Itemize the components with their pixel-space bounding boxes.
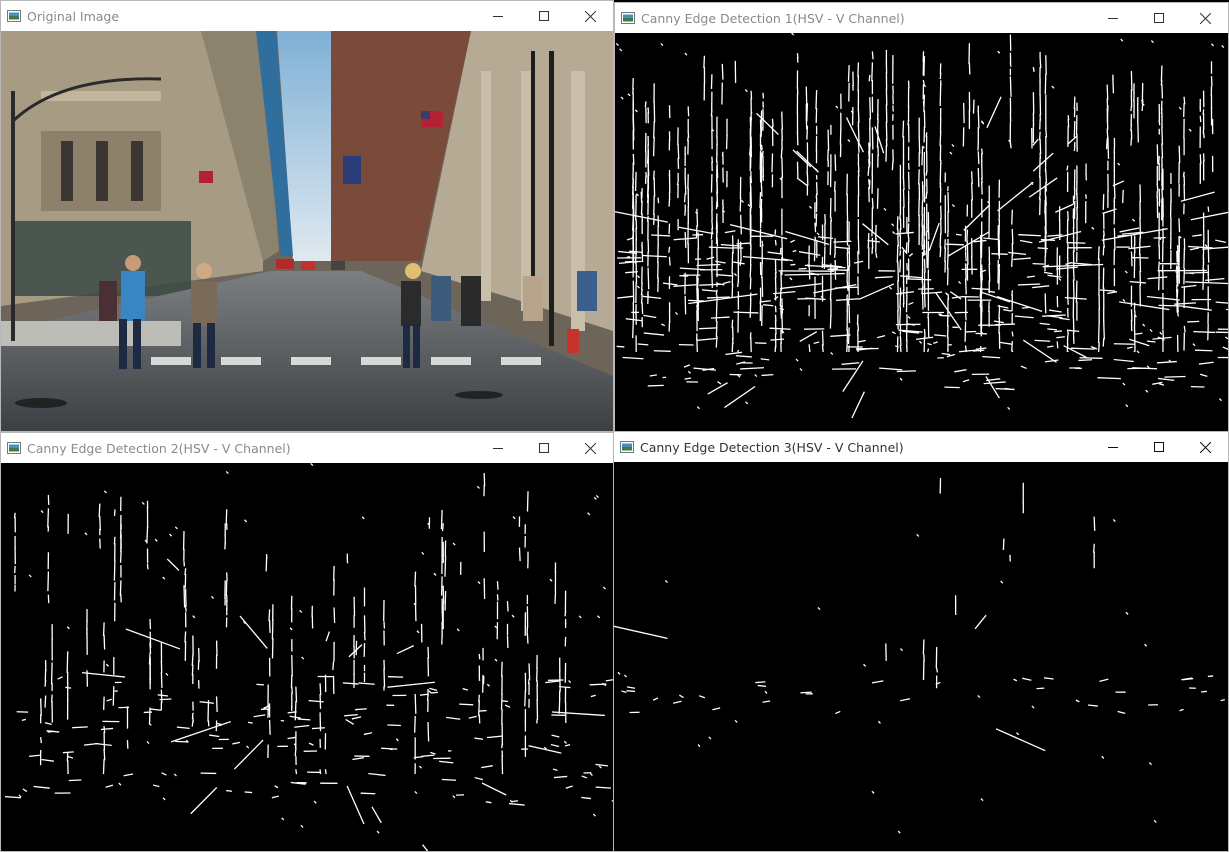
- title-bar[interactable]: Canny Edge Detection 3(HSV - V Channel): [614, 432, 1228, 462]
- original-image-canvas: [1, 31, 613, 431]
- minimize-icon: [493, 448, 503, 449]
- maximize-icon: [1154, 13, 1164, 23]
- window-title: Original Image: [27, 8, 120, 24]
- window-app-icon: [621, 12, 635, 24]
- window-canny-2[interactable]: Canny Edge Detection 2(HSV - V Channel): [0, 432, 614, 852]
- close-button[interactable]: [567, 433, 613, 463]
- maximize-button[interactable]: [521, 433, 567, 463]
- close-button[interactable]: [1182, 432, 1228, 462]
- close-icon: [1199, 441, 1211, 453]
- edge-map-dense: [615, 33, 1228, 419]
- edge-map-sparse: [614, 478, 1225, 834]
- close-button[interactable]: [567, 1, 613, 31]
- maximize-icon: [539, 443, 549, 453]
- title-bar[interactable]: Original Image: [1, 1, 613, 31]
- minimize-button[interactable]: [475, 1, 521, 31]
- minimize-icon: [1108, 447, 1118, 448]
- minimize-icon: [1108, 18, 1118, 19]
- edge-map-medium: [4, 463, 613, 851]
- minimize-button[interactable]: [1090, 432, 1136, 462]
- maximize-button[interactable]: [1136, 3, 1182, 33]
- window-original-image[interactable]: Original Image: [0, 0, 614, 432]
- close-icon: [584, 442, 596, 454]
- maximize-button[interactable]: [1136, 432, 1182, 462]
- canny-1-canvas: [615, 33, 1228, 431]
- window-title: Canny Edge Detection 1(HSV - V Channel): [641, 10, 905, 26]
- minimize-button[interactable]: [475, 433, 521, 463]
- window-app-icon: [620, 441, 634, 453]
- canny-3-canvas: [614, 462, 1228, 851]
- close-icon: [584, 10, 596, 22]
- window-app-icon: [7, 10, 21, 22]
- window-title: Canny Edge Detection 3(HSV - V Channel): [640, 439, 904, 455]
- window-title: Canny Edge Detection 2(HSV - V Channel): [27, 440, 291, 456]
- minimize-icon: [493, 16, 503, 17]
- street-photo: [1, 31, 613, 431]
- maximize-button[interactable]: [521, 1, 567, 31]
- maximize-icon: [539, 11, 549, 21]
- window-canny-3[interactable]: Canny Edge Detection 3(HSV - V Channel): [613, 431, 1229, 852]
- window-app-icon: [7, 442, 21, 454]
- close-icon: [1199, 12, 1211, 24]
- window-canny-1[interactable]: Canny Edge Detection 1(HSV - V Channel): [614, 2, 1229, 432]
- minimize-button[interactable]: [1090, 3, 1136, 33]
- title-bar[interactable]: Canny Edge Detection 2(HSV - V Channel): [1, 433, 613, 463]
- title-bar[interactable]: Canny Edge Detection 1(HSV - V Channel): [615, 3, 1228, 33]
- canny-2-canvas: [1, 463, 613, 851]
- close-button[interactable]: [1182, 3, 1228, 33]
- maximize-icon: [1154, 442, 1164, 452]
